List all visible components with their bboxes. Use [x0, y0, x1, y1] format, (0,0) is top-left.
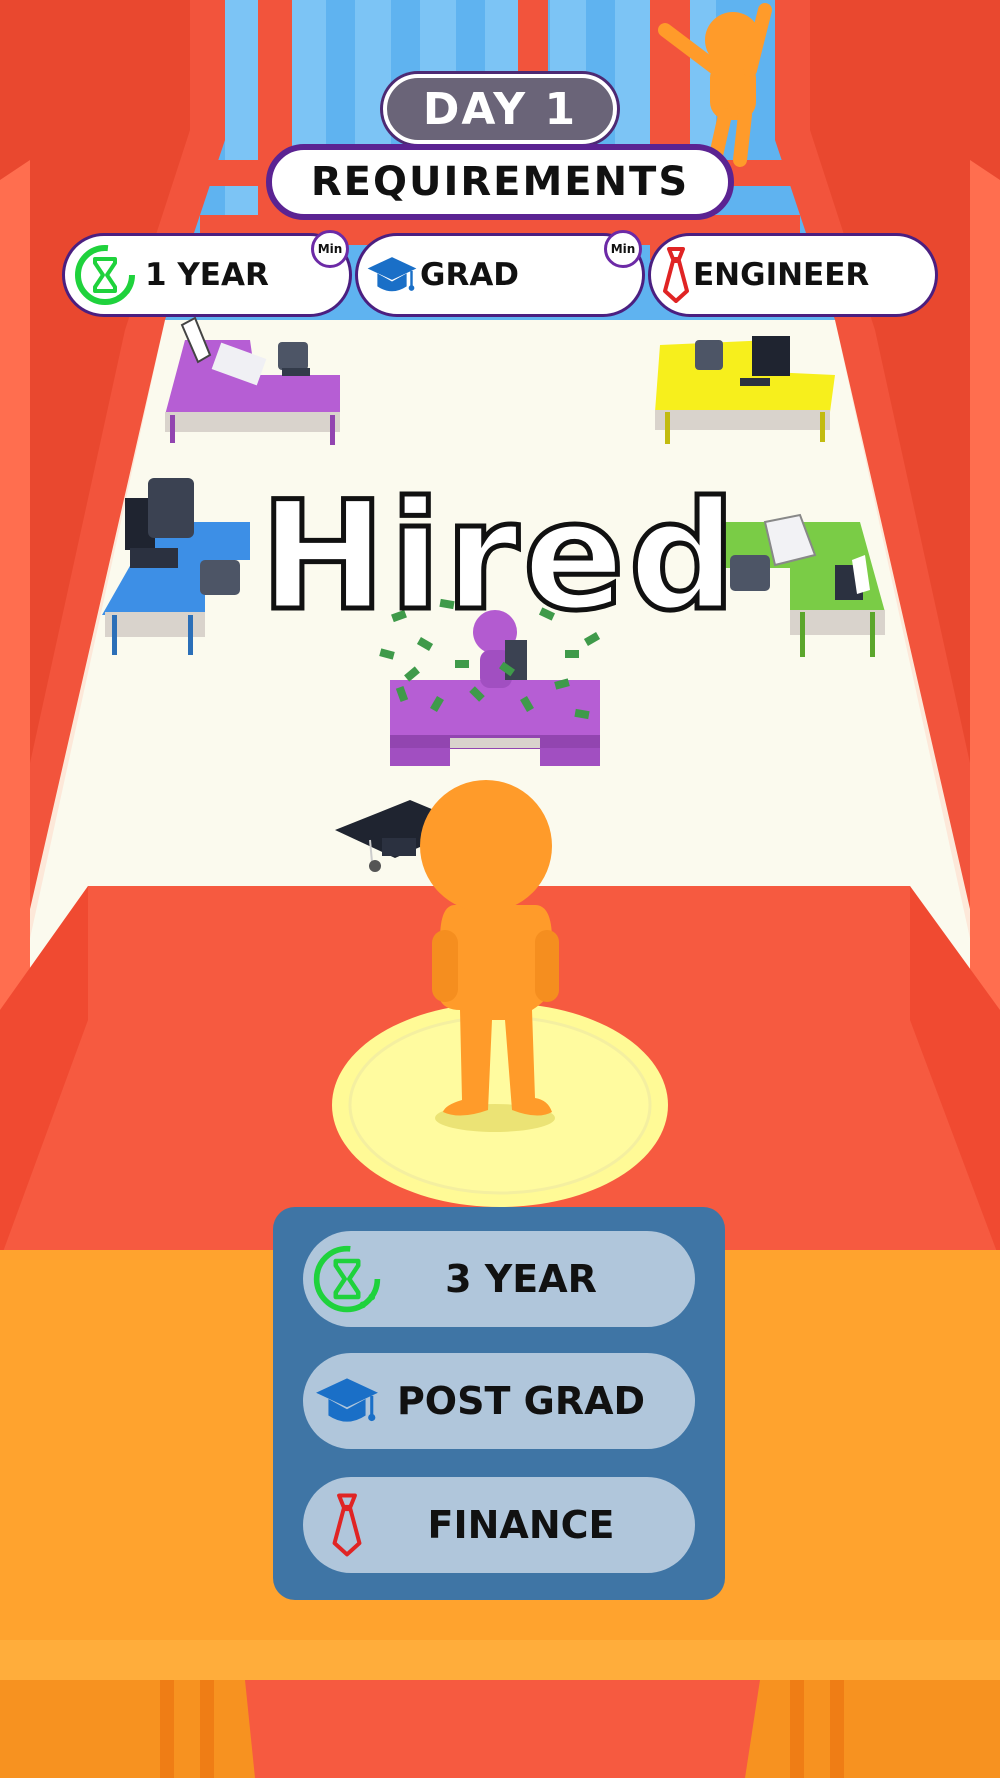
- min-badge: Min: [604, 230, 642, 268]
- hourglass-icon: [313, 1245, 381, 1313]
- candidate-attributes-panel: 3 YEAR POST GRAD FINANCE: [273, 1207, 725, 1600]
- hourglass-icon: [75, 245, 135, 305]
- requirement-experience: 1 YEAR Min: [62, 230, 352, 317]
- graduation-cap-icon: [316, 1378, 378, 1422]
- requirement-experience-label: 1 YEAR: [145, 257, 269, 293]
- requirements-title: REQUIREMENTS: [266, 144, 734, 220]
- requirement-education-label: GRAD: [420, 257, 520, 293]
- hired-status-text: Hired: [257, 468, 741, 647]
- requirement-profession-label: ENGINEER: [693, 257, 870, 293]
- candidate-education-label: POST GRAD: [396, 1379, 646, 1423]
- requirement-education: GRAD Min: [355, 230, 645, 317]
- min-badge: Min: [311, 230, 349, 268]
- graduation-cap-icon: [367, 257, 417, 292]
- day-counter: DAY 1: [383, 74, 617, 144]
- candidate-experience-label: 3 YEAR: [445, 1257, 597, 1301]
- candidate-profession-label: FINANCE: [427, 1503, 615, 1547]
- candidate-education-option[interactable]: POST GRAD: [303, 1353, 695, 1449]
- necktie-icon: [663, 247, 689, 303]
- candidate-profession-option[interactable]: FINANCE: [303, 1477, 695, 1573]
- necktie-icon: [332, 1493, 362, 1557]
- requirement-profession: ENGINEER: [648, 233, 938, 317]
- candidate-experience-option[interactable]: 3 YEAR: [303, 1231, 695, 1327]
